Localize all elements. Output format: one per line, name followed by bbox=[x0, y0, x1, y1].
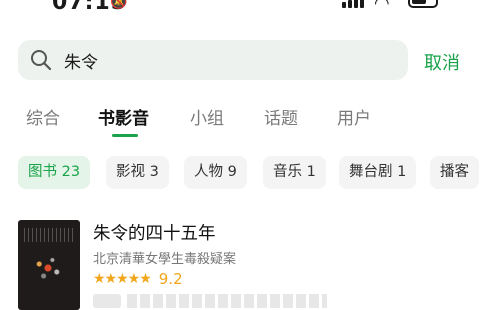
chip-stage-play[interactable]: 舞台剧 1 bbox=[339, 156, 417, 189]
book-subtitle: 北京清華女學生毒殺疑案 bbox=[93, 252, 237, 267]
rating-stars-icon: ★★★★★ bbox=[93, 271, 152, 287]
tab-books-movies-music[interactable]: 书影音 bbox=[98, 104, 149, 129]
status-bar: 07:15 🔕 ◠ bbox=[0, 0, 480, 14]
chip-podcast[interactable]: 播客 bbox=[430, 156, 479, 189]
book-title: 朱令的四十五年 bbox=[93, 224, 216, 244]
rating-score: 9.2 bbox=[158, 270, 183, 288]
tab-general[interactable]: 综合 bbox=[26, 104, 60, 129]
meta-text bbox=[127, 294, 327, 308]
chip-music[interactable]: 音乐 1 bbox=[263, 156, 326, 189]
search-bar[interactable] bbox=[18, 40, 408, 80]
wifi-icon: ◠ bbox=[374, 0, 390, 14]
bell-muted-icon: 🔕 bbox=[110, 0, 128, 10]
active-tab-indicator bbox=[112, 134, 138, 137]
search-input[interactable] bbox=[64, 46, 394, 74]
signal-icon bbox=[342, 0, 364, 8]
book-rating: ★★★★★ 9.2 bbox=[93, 270, 183, 288]
book-cover-image bbox=[18, 220, 80, 310]
battery-icon bbox=[408, 0, 438, 8]
book-meta-line bbox=[93, 294, 393, 308]
search-icon bbox=[31, 50, 52, 71]
tab-groups[interactable]: 小组 bbox=[190, 104, 224, 129]
tab-users[interactable]: 用户 bbox=[337, 104, 371, 129]
filter-chips: 图书 23 影视 3 人物 9 音乐 1 舞台剧 1 播客 bbox=[18, 156, 480, 190]
chip-books[interactable]: 图书 23 bbox=[18, 156, 91, 189]
tab-topics[interactable]: 话题 bbox=[264, 104, 298, 129]
meta-badge bbox=[93, 294, 121, 308]
cancel-button[interactable]: 取消 bbox=[424, 49, 460, 75]
category-tabs: 综合 书影音 小组 话题 用户 bbox=[0, 104, 480, 134]
chip-film-tv[interactable]: 影视 3 bbox=[106, 156, 169, 189]
chip-people[interactable]: 人物 9 bbox=[184, 156, 247, 189]
